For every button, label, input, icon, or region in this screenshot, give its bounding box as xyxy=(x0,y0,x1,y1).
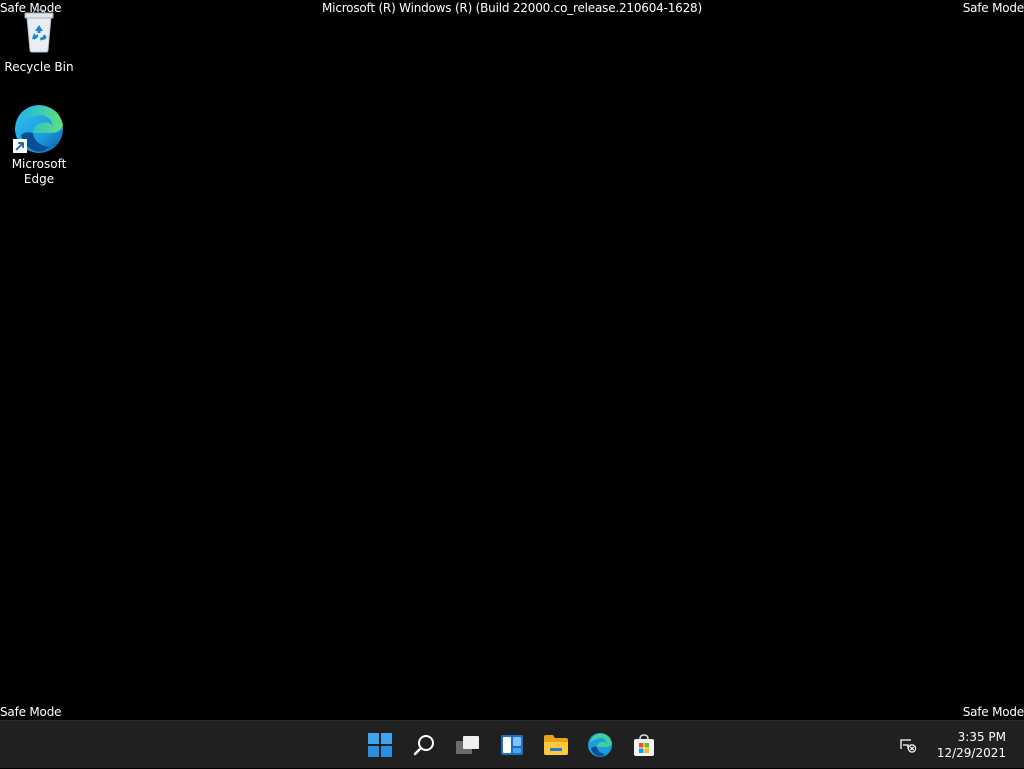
taskbar: 3:35 PM 12/29/2021 xyxy=(0,720,1024,768)
edge-label: Microsoft Edge xyxy=(11,157,67,186)
safe-mode-label-bottom-right: Safe Mode xyxy=(962,705,1024,719)
safe-mode-label-top-right: Safe Mode xyxy=(962,1,1024,15)
clock-time: 3:35 PM xyxy=(957,730,1006,744)
search-icon xyxy=(413,735,434,756)
system-tray: 3:35 PM 12/29/2021 xyxy=(894,721,1024,769)
windows-start-icon xyxy=(368,733,392,757)
widgets-button[interactable] xyxy=(490,725,534,765)
store-button[interactable] xyxy=(622,725,666,765)
desktop-icon-recycle-bin[interactable]: Recycle Bin xyxy=(1,6,77,75)
desktop-icon-microsoft-edge[interactable]: Microsoft Edge xyxy=(1,103,77,187)
start-button[interactable] xyxy=(358,725,402,765)
folder-icon xyxy=(544,735,568,755)
task-view-icon xyxy=(456,736,479,754)
network-disconnected-icon xyxy=(900,739,917,753)
safe-mode-label-bottom-left: Safe Mode xyxy=(0,705,62,719)
edge-icon xyxy=(13,103,65,155)
file-explorer-button[interactable] xyxy=(534,725,578,765)
edge-icon xyxy=(588,733,612,757)
taskbar-apps xyxy=(358,721,666,769)
shortcut-arrow-icon xyxy=(13,139,27,153)
recycle-bin-label: Recycle Bin xyxy=(4,60,74,74)
store-icon xyxy=(634,734,654,756)
clock[interactable]: 3:35 PM 12/29/2021 xyxy=(930,729,1024,761)
build-info-label: Microsoft (R) Windows (R) (Build 22000.c… xyxy=(322,1,702,15)
desktop[interactable]: Safe Mode Microsoft (R) Windows (R) (Bui… xyxy=(0,0,1024,720)
search-button[interactable] xyxy=(402,725,446,765)
task-view-button[interactable] xyxy=(446,725,490,765)
recycle-bin-icon xyxy=(13,6,65,58)
edge-taskbar-button[interactable] xyxy=(578,725,622,765)
widgets-icon xyxy=(501,735,523,755)
network-status-button[interactable] xyxy=(894,725,922,765)
clock-date: 12/29/2021 xyxy=(936,746,1006,760)
